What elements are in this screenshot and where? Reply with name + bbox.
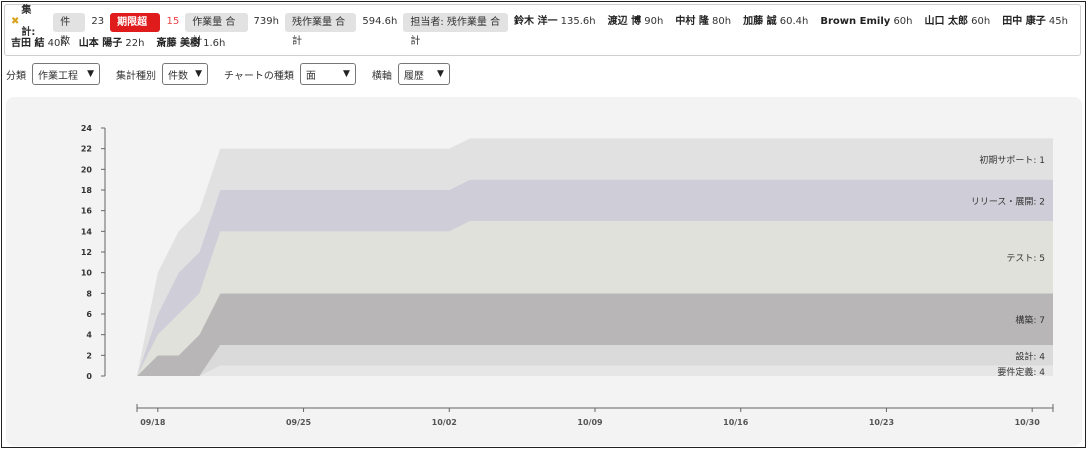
x-tick-label: 10/30	[1015, 418, 1041, 427]
assignee-name: 田中 康子	[1002, 16, 1046, 27]
series-label: テスト: 5	[1006, 253, 1045, 264]
series-label: 要件定義: 4	[997, 366, 1045, 378]
assignee-name: 吉田 結	[11, 38, 45, 49]
summary-row-2: 吉田 結 40h 山本 陽子 22h 斎藤 美樹 1.6h	[11, 33, 1080, 55]
assignee-name: 山本 陽子	[78, 38, 123, 49]
overdue-value: 15	[166, 16, 180, 27]
assignee-hours: 1.6h	[199, 38, 226, 49]
y-tick-label: 8	[86, 289, 92, 298]
category-select[interactable]: 作業工程 ▼	[32, 63, 100, 85]
y-tick-label: 2	[86, 351, 92, 360]
x-tick-label: 10/16	[723, 418, 749, 427]
chevron-down-icon: ▼	[195, 69, 202, 79]
y-tick-label: 22	[81, 145, 92, 154]
assignee-name: 渡辺 博	[607, 16, 642, 27]
chevron-down-icon: ▼	[87, 69, 94, 79]
remaining-total-value: 594.6h	[362, 16, 398, 27]
chevron-down-icon: ▼	[342, 69, 350, 79]
assignee-name: Brown Emily	[820, 16, 891, 27]
y-tick-label: 24	[81, 124, 93, 133]
chevron-down-icon: ▼	[436, 69, 444, 79]
stacked-area-chart: 要件定義: 4 設計: 4 構築: 7 テスト: 5 リリース・展開: 2 初期サポート:…	[81, 124, 1054, 427]
assignee-name: 鈴木 洋一	[513, 16, 558, 27]
category-select-value: 作業工程	[38, 70, 78, 82]
assignee-hours-item: 渡辺 博 90h	[608, 11, 664, 33]
x-tick-label: 10/09	[577, 418, 603, 427]
chart-panel: 要件定義: 4 設計: 4 構築: 7 テスト: 5 リリース・展開: 2 初期サポート:…	[6, 97, 1082, 446]
x-axis-select-value: 履歴	[403, 70, 424, 82]
people-row-2: 吉田 結 40h 山本 陽子 22h 斎藤 美樹 1.6h	[11, 33, 237, 55]
summary-row-1: ✖ 集計: 件数 23 期限超過 15 作業量 合計 739h 残作業量 合計 …	[11, 5, 1080, 47]
area-series-0	[137, 365, 1053, 376]
assignee-hours: 60h	[890, 16, 913, 27]
assignee-hours: 80h	[708, 16, 732, 27]
count-value: 23	[91, 16, 105, 27]
assignee-hours: 135.6h	[557, 16, 596, 27]
assignee-name: 山口 太郎	[924, 16, 968, 27]
x-axis-select[interactable]: 履歴 ▼	[397, 63, 450, 85]
assignee-hours-item: Brown Emily 60h	[820, 11, 912, 33]
assignee-hours: 45h	[1045, 16, 1068, 27]
y-tick-label: 0	[86, 372, 92, 381]
work-total-value: 739h	[253, 16, 279, 27]
x-tick-label: 09/25	[286, 418, 312, 427]
assignee-hours: 40h	[44, 38, 67, 49]
assignee-hours: 60.4h	[776, 16, 809, 27]
assignee-hours-item: 山本 陽子 22h	[79, 33, 145, 55]
assignee-hours-item: 中村 隆 80h	[675, 11, 731, 33]
series-label: 構築: 7	[1015, 314, 1045, 326]
assignee-hours-item: 山口 太郎 60h	[925, 11, 991, 33]
x-tick-label: 09/18	[140, 418, 166, 427]
x-tick-label: 10/23	[869, 418, 894, 427]
assignee-name: 中村 隆	[675, 16, 709, 27]
category-label: 分類	[6, 70, 26, 82]
close-icon[interactable]: ✖	[11, 11, 19, 33]
y-tick-label: 12	[81, 248, 92, 257]
y-tick-label: 18	[81, 186, 93, 195]
assignee-hours-item: 田中 康子 45h	[1002, 11, 1068, 33]
agg-type-select-value: 件数	[168, 70, 188, 82]
work-total-label: 作業量 合計	[185, 12, 248, 47]
x-axis-label: 横軸	[371, 70, 392, 82]
chart-controls: 分類 作業工程 ▼ 集計種別 件数 ▼ チャートの種類 面 ▼ 横軸 履歴 ▼	[6, 62, 466, 86]
overdue-badge: 期限超過	[110, 12, 161, 47]
assignee-label: 担当者: 残作業量 合計	[403, 12, 508, 47]
assignee-hours-item: 斎藤 美樹 1.6h	[156, 33, 225, 55]
count-label: 件数	[53, 12, 86, 47]
y-tick-label: 16	[81, 207, 93, 216]
chart-type-select[interactable]: 面 ▼	[299, 63, 356, 85]
y-tick-label: 6	[86, 310, 92, 319]
chart-type-label: チャートの種類	[224, 70, 294, 82]
assignee-name: 加藤 誠	[743, 16, 777, 27]
chart-type-select-value: 面	[305, 70, 316, 82]
assignee-name: 斎藤 美樹	[156, 38, 200, 49]
y-tick-label: 14	[81, 227, 93, 236]
series-label: 初期サポート: 1	[979, 154, 1045, 166]
x-tick-label: 10/02	[432, 418, 457, 427]
assignee-hours-item: 加藤 誠 60.4h	[743, 11, 808, 33]
assignee-hours-item: 鈴木 洋一 135.6h	[514, 11, 596, 33]
assignee-hours: 90h	[641, 16, 664, 27]
y-tick-label: 20	[81, 165, 93, 174]
summary-panel: ✖ 集計: 件数 23 期限超過 15 作業量 合計 739h 残作業量 合計 …	[4, 4, 1081, 56]
series-label: リリース・展開: 2	[971, 196, 1045, 207]
remaining-total-label: 残作業量 合計	[284, 12, 357, 47]
series-label: 設計: 4	[1015, 350, 1045, 362]
assignee-hours-item: 吉田 結 40h	[11, 33, 67, 55]
y-tick-label: 4	[86, 331, 92, 340]
agg-type-label: 集計種別	[116, 70, 156, 82]
people-row-1: 鈴木 洋一 135.6h 渡辺 博 90h 中村 隆 80h 加藤 誠 60.4h Br…	[514, 11, 1080, 33]
assignee-hours: 22h	[122, 38, 145, 49]
y-tick-label: 10	[81, 269, 93, 278]
agg-type-select[interactable]: 件数 ▼	[162, 63, 208, 85]
assignee-hours: 60h	[968, 16, 991, 27]
